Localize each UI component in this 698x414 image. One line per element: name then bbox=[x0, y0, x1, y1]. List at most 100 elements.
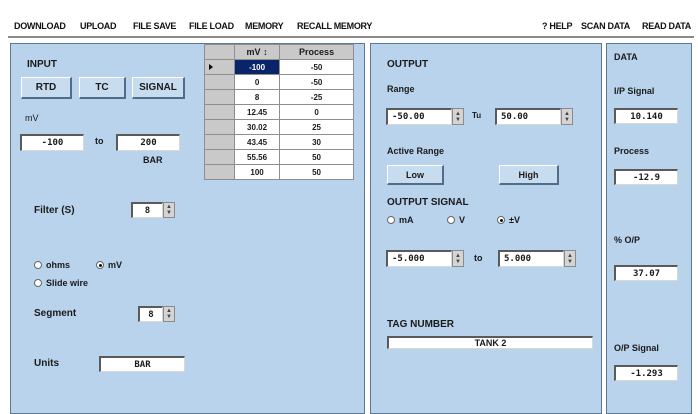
table-cell-process[interactable]: -50 bbox=[279, 74, 354, 90]
tc-button[interactable]: TC bbox=[79, 77, 126, 99]
table-cell-mv[interactable]: 55.56 bbox=[233, 149, 281, 165]
row-header[interactable] bbox=[204, 134, 235, 150]
row-header[interactable] bbox=[204, 104, 235, 120]
row-header[interactable] bbox=[204, 59, 235, 75]
radio-slide-dot bbox=[34, 279, 42, 287]
row-header[interactable] bbox=[204, 74, 235, 90]
table-cell-mv[interactable]: 30.02 bbox=[233, 119, 281, 135]
low-button[interactable]: Low bbox=[387, 165, 444, 185]
menu-help[interactable]: ? HELP bbox=[542, 21, 573, 31]
segment-field[interactable]: 8 bbox=[138, 306, 163, 322]
table-cell-process[interactable]: 25 bbox=[279, 119, 354, 135]
high-button[interactable]: High bbox=[499, 165, 559, 185]
table-cell-mv[interactable]: 100 bbox=[233, 164, 281, 180]
table-cell-process[interactable]: 50 bbox=[279, 149, 354, 165]
row-header[interactable] bbox=[204, 149, 235, 165]
ip-signal-label: I/P Signal bbox=[614, 86, 655, 96]
radio-mv[interactable]: mV bbox=[96, 260, 122, 270]
table-row[interactable]: 30.02 25 bbox=[204, 119, 354, 135]
data-panel: DATA I/P Signal 10.140 Process -12.9 % O… bbox=[606, 43, 692, 414]
output-panel: OUTPUT Range -50.00 ▲ ▼ Tu 50.00 ▲ ▼ Activ… bbox=[370, 43, 602, 414]
output-signal-label: OUTPUT SIGNAL bbox=[387, 197, 469, 208]
table-row[interactable]: 8 -25 bbox=[204, 89, 354, 105]
menu-recall-memory[interactable]: RECALL MEMORY bbox=[297, 21, 372, 31]
output-signal-high-stepper[interactable]: ▲ ▼ bbox=[564, 250, 576, 267]
table-corner bbox=[204, 44, 235, 60]
menu-scan-data[interactable]: SCAN DATA bbox=[581, 21, 630, 31]
units-field[interactable]: BAR bbox=[99, 356, 185, 372]
radio-ohms[interactable]: ohms bbox=[34, 260, 70, 270]
table-cell-process[interactable]: 0 bbox=[279, 104, 354, 120]
output-signal-high-field[interactable]: 5.000 bbox=[498, 250, 564, 267]
row-header[interactable] bbox=[204, 164, 235, 180]
down-arrow-icon: ▼ bbox=[166, 210, 172, 216]
menu-memory[interactable]: MEMORY bbox=[245, 21, 284, 31]
table-cell-mv[interactable]: 0 bbox=[233, 74, 281, 90]
signal-button[interactable]: SIGNAL bbox=[132, 77, 185, 99]
menu-divider bbox=[8, 36, 694, 38]
radio-ohms-label: ohms bbox=[46, 260, 71, 270]
radio-slide-wire[interactable]: Slide wire bbox=[34, 278, 88, 288]
menu-download[interactable]: DOWNLOAD bbox=[14, 21, 66, 31]
radio-mv-dot bbox=[96, 261, 104, 269]
data-title: DATA bbox=[614, 52, 638, 62]
table-cell-process[interactable]: -50 bbox=[279, 59, 354, 75]
output-range-to-label: Tu bbox=[472, 111, 482, 120]
output-range-high-stepper[interactable]: ▲ ▼ bbox=[561, 108, 573, 125]
filter-stepper[interactable]: ▲ ▼ bbox=[163, 202, 175, 218]
output-range-high-field[interactable]: 50.00 bbox=[495, 108, 561, 125]
table-cell-mv[interactable]: 8 bbox=[233, 89, 281, 105]
table-row[interactable]: 0 -50 bbox=[204, 74, 354, 90]
down-arrow-icon: ▼ bbox=[455, 258, 461, 265]
table-cell-process[interactable]: 30 bbox=[279, 134, 354, 150]
radio-v[interactable]: V bbox=[447, 215, 465, 225]
row-header[interactable] bbox=[204, 119, 235, 135]
calibration-table: mV ↕ Process -100 -50 0 -50 8 -25 12.45 … bbox=[204, 44, 354, 180]
radio-mv-label: mV bbox=[108, 260, 123, 270]
filter-field[interactable]: 8 bbox=[131, 202, 163, 218]
table-cell-mv[interactable]: 43.45 bbox=[233, 134, 281, 150]
radio-pmv-label: ±V bbox=[509, 215, 520, 225]
radio-slide-label: Slide wire bbox=[46, 278, 89, 288]
rtd-button[interactable]: RTD bbox=[21, 77, 72, 99]
tag-number-field[interactable]: TANK 2 bbox=[387, 336, 593, 349]
op-signal-value: -1.293 bbox=[614, 365, 678, 381]
down-arrow-icon: ▼ bbox=[455, 116, 461, 123]
menu-read-data[interactable]: READ DATA bbox=[642, 21, 691, 31]
table-cell-mv[interactable]: 12.45 bbox=[233, 104, 281, 120]
output-range-label: Range bbox=[387, 84, 415, 94]
table-row[interactable]: 100 50 bbox=[204, 164, 354, 180]
output-range-low-stepper[interactable]: ▲ ▼ bbox=[452, 108, 464, 125]
table-cell-process[interactable]: 50 bbox=[279, 164, 354, 180]
table-header-mv[interactable]: mV ↕ bbox=[233, 44, 281, 60]
row-header[interactable] bbox=[204, 89, 235, 105]
input-range-low-field[interactable]: -100 bbox=[20, 134, 84, 151]
radio-ma[interactable]: mA bbox=[387, 215, 414, 225]
output-signal-low-stepper[interactable]: ▲ ▼ bbox=[452, 250, 464, 267]
table-row[interactable]: 43.45 30 bbox=[204, 134, 354, 150]
active-range-label: Active Range bbox=[387, 146, 445, 156]
output-range-low-field[interactable]: -50.00 bbox=[386, 108, 452, 125]
segment-label: Segment bbox=[34, 308, 77, 319]
radio-pmv-dot bbox=[497, 216, 505, 224]
radio-pmv[interactable]: ±V bbox=[497, 215, 520, 225]
menu-file-save[interactable]: FILE SAVE bbox=[133, 21, 176, 31]
input-range-high-field[interactable]: 200 bbox=[116, 134, 180, 151]
ip-signal-value: 10.140 bbox=[614, 108, 678, 124]
menu-upload[interactable]: UPLOAD bbox=[80, 21, 117, 31]
down-arrow-icon: ▼ bbox=[567, 258, 573, 265]
table-cell-process[interactable]: -25 bbox=[279, 89, 354, 105]
table-row[interactable]: -100 -50 bbox=[204, 59, 354, 75]
units-label: Units bbox=[34, 358, 59, 369]
input-title: INPUT bbox=[27, 59, 57, 70]
table-header-process[interactable]: Process bbox=[279, 44, 354, 60]
menu-file-load[interactable]: FILE LOAD bbox=[189, 21, 234, 31]
process-value: -12.9 bbox=[614, 169, 678, 185]
percent-output-value: 37.07 bbox=[614, 265, 678, 281]
output-signal-low-field[interactable]: -5.000 bbox=[386, 250, 452, 267]
table-row[interactable]: 55.56 50 bbox=[204, 149, 354, 165]
segment-stepper[interactable]: ▲ ▼ bbox=[163, 306, 175, 322]
table-row[interactable]: 12.45 0 bbox=[204, 104, 354, 120]
table-cell-mv[interactable]: -100 bbox=[233, 59, 281, 75]
percent-output-label: % O/P bbox=[614, 235, 641, 245]
